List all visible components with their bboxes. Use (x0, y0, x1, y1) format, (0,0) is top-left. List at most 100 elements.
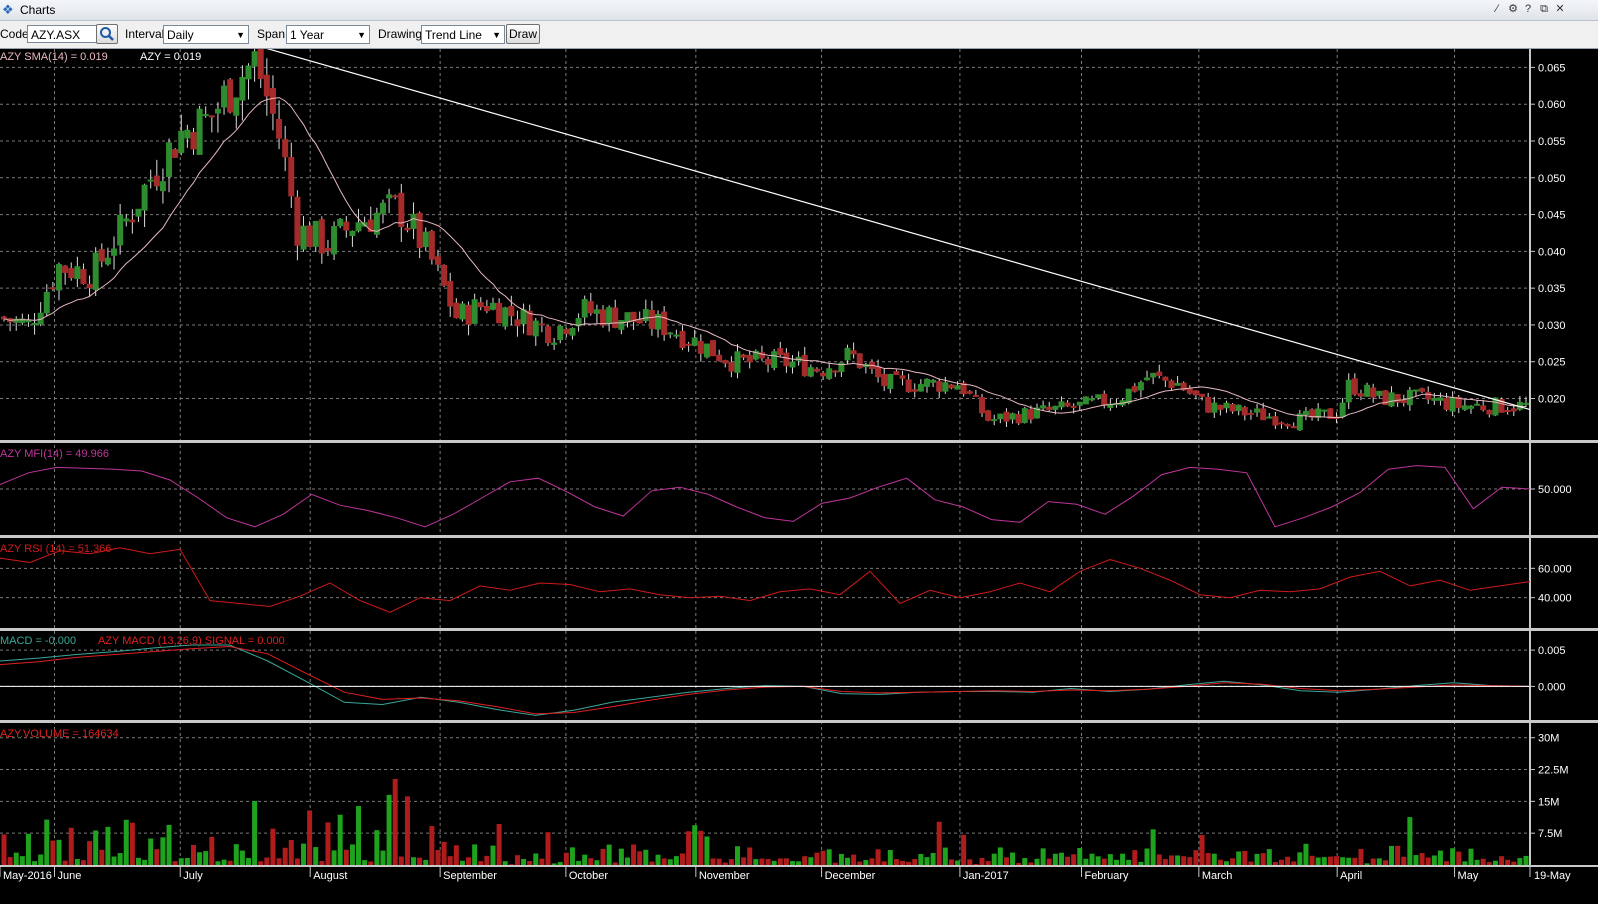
candle-down (227, 79, 234, 113)
volume-bar-down (637, 851, 643, 865)
volume-bar-up (93, 830, 99, 865)
candle-down (893, 371, 900, 376)
volume-bar-down (307, 810, 313, 865)
x-axis-label: May (1458, 870, 1479, 882)
volume-bar-down (1193, 850, 1199, 865)
volume-bar-up (606, 844, 612, 865)
volume-bar-down (832, 862, 838, 865)
candle-up (1376, 390, 1383, 396)
volume-bar-up (1474, 859, 1480, 865)
volume-bar-down (1401, 856, 1407, 865)
volume-bar-down (698, 830, 704, 865)
candle-up (489, 302, 496, 310)
volume-bar-up (142, 859, 148, 865)
volume-bar-down (563, 852, 569, 865)
volume-bar-down (967, 859, 973, 865)
candle-down (801, 354, 808, 377)
candle-down (600, 309, 607, 326)
x-axis-label: November (699, 870, 750, 882)
drawing-select[interactable]: Trend Line ▼ (421, 25, 505, 44)
volume-bar-down (893, 859, 899, 865)
help-icon[interactable]: ? (1521, 2, 1535, 16)
price-legend-sma: AZY SMA(14) = 0.019 (0, 51, 108, 63)
volume-bar-up (557, 862, 563, 865)
volume-bar-down (209, 836, 215, 865)
price-y-tick-label: 0.040 (1538, 246, 1566, 258)
candle-up (673, 334, 680, 337)
candle-up (422, 231, 429, 248)
candle-down (685, 343, 692, 346)
chart-canvas[interactable]: 0.065 0.060 0.055 0.050 0.045 0.040 0.035 0.030… (0, 23, 1598, 901)
volume-bar-up (955, 860, 961, 865)
chart-area[interactable]: 0.065 0.060 0.055 0.050 0.045 0.040 0.035 0.030… (0, 23, 1598, 901)
candle-up (923, 378, 930, 387)
candle-down (1504, 409, 1511, 412)
x-axis-label: October (569, 870, 608, 882)
candle-up (1437, 397, 1444, 401)
search-button[interactable] (96, 24, 118, 44)
candle-down (288, 156, 295, 197)
candle-down (777, 348, 784, 355)
candle-down (1241, 407, 1248, 416)
candle-down (1486, 410, 1493, 415)
candle-down (1101, 393, 1108, 406)
volume-bar-up (771, 860, 777, 865)
candle-down (972, 394, 979, 397)
volume-bar-down (1046, 858, 1052, 865)
candle-down (538, 323, 545, 326)
candle-up (532, 320, 539, 337)
candle-down (276, 118, 283, 139)
candle-up (520, 309, 527, 325)
volume-bar-down (1065, 856, 1071, 865)
volume-bar-up (1120, 853, 1126, 865)
span-label: Span (257, 27, 286, 41)
draw-button[interactable]: Draw (506, 24, 540, 44)
candle-down (306, 225, 313, 247)
volume-bar-down (1309, 855, 1315, 865)
volume-bar-down (741, 857, 747, 865)
span-select[interactable]: 1 Year ▼ (286, 25, 370, 44)
candle-up (379, 202, 386, 214)
volume-bar-down (270, 828, 276, 865)
candle-up (569, 327, 576, 336)
candle-up (557, 325, 564, 341)
x-axis-label: June (57, 870, 81, 882)
volume-bar-down (7, 857, 13, 865)
interval-select[interactable]: Daily ▼ (163, 25, 249, 44)
code-input[interactable]: AZY.ASX (27, 25, 97, 43)
volume-bar-down (973, 864, 979, 865)
volume-bar-down (1132, 850, 1138, 865)
volume-bar-up (845, 857, 851, 865)
restore-icon[interactable]: ⧉ (1537, 2, 1551, 16)
candle-down (985, 410, 992, 421)
volume-bar-up (459, 860, 465, 865)
candle-down (477, 302, 484, 308)
volume-bar-up (1254, 853, 1260, 865)
candle-down (62, 265, 69, 273)
candle-down (545, 326, 552, 344)
close-icon[interactable]: ✕ (1553, 2, 1567, 16)
trend-line[interactable] (255, 44, 1531, 411)
volume-bar-down (87, 841, 93, 865)
candle-down (49, 287, 56, 290)
volume-bar-up (1431, 855, 1437, 865)
candle-up (624, 312, 631, 323)
volume-bar-up (1150, 829, 1156, 865)
volume-bar-up (19, 856, 25, 865)
candle-up (1431, 397, 1438, 401)
candle-up (117, 214, 124, 246)
tools-icon[interactable]: ⚙ (1506, 2, 1520, 16)
volume-bar-down (1217, 859, 1223, 865)
volume-bar-up (148, 838, 154, 865)
volume-bar-down (466, 857, 472, 865)
candle-up (92, 252, 99, 290)
volume-bar-up (930, 852, 936, 865)
candle-down (172, 149, 179, 158)
volume-bar-up (594, 860, 600, 865)
pin-icon[interactable]: ∕ (1490, 2, 1504, 16)
volume-bar-down (435, 850, 441, 865)
chart-toolbar: Code AZY.ASX Interval Daily ▼ Span 1 Year… (0, 21, 1598, 49)
candle-down (1400, 400, 1407, 404)
candle-down (1260, 408, 1267, 421)
volume-bar-down (710, 858, 716, 865)
